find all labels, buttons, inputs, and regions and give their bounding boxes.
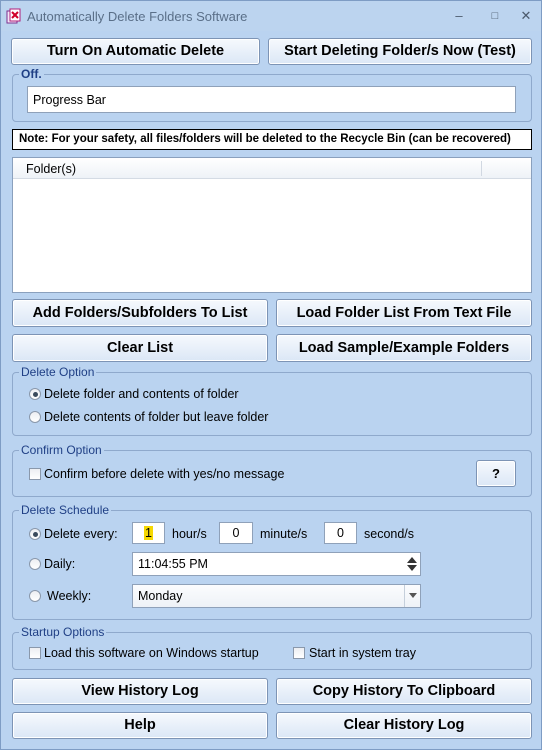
weekly-dropdown-button[interactable] (404, 585, 420, 607)
turn-on-auto-delete-button[interactable]: Turn On Automatic Delete (11, 38, 260, 65)
progress-bar: Progress Bar (27, 86, 516, 113)
minutes-unit-label: minute/s (260, 527, 308, 541)
hours-input[interactable]: 1 (132, 522, 165, 544)
weekly-day-select[interactable]: Monday (132, 584, 421, 608)
hours-unit-label: hour/s (172, 527, 207, 541)
clear-history-button[interactable]: Clear History Log (276, 712, 532, 739)
load-startup-checkbox[interactable] (29, 647, 41, 659)
daily-label[interactable]: Daily: (44, 557, 75, 571)
status-legend: Off. (19, 67, 44, 81)
help-button[interactable]: Help (12, 712, 268, 739)
weekly-label[interactable]: Weekly: (47, 589, 91, 603)
maximize-button[interactable]: □ (484, 7, 506, 25)
system-tray-label[interactable]: Start in system tray (309, 646, 416, 660)
arrow-down-icon[interactable] (407, 565, 417, 572)
minutes-input[interactable]: 0 (219, 522, 253, 544)
delete-option-legend: Delete Option (19, 365, 97, 379)
system-tray-checkbox[interactable] (293, 647, 305, 659)
folder-list-header: Folder(s) (13, 158, 531, 179)
view-history-button[interactable]: View History Log (12, 678, 268, 705)
column-divider (481, 161, 482, 176)
hours-value: 1 (144, 526, 153, 540)
close-button[interactable]: ✕ (515, 7, 537, 25)
load-folder-list-button[interactable]: Load Folder List From Text File (276, 299, 532, 327)
clear-list-button[interactable]: Clear List (12, 334, 268, 362)
delete-contents-label[interactable]: Delete contents of folder but leave fold… (44, 410, 268, 424)
chevron-down-icon (409, 593, 417, 598)
seconds-input[interactable]: 0 (324, 522, 357, 544)
load-startup-label[interactable]: Load this software on Windows startup (44, 646, 259, 660)
folder-list[interactable]: Folder(s) (12, 157, 532, 293)
seconds-unit-label: second/s (364, 527, 415, 541)
confirm-help-button[interactable]: ? (476, 460, 516, 487)
delete-folder-radio[interactable] (29, 388, 41, 400)
safety-note: Note: For your safety, all files/folders… (12, 129, 532, 150)
start-deleting-now-button[interactable]: Start Deleting Folder/s Now (Test) (268, 38, 532, 65)
minimize-button[interactable]: – (448, 7, 470, 25)
confirm-label[interactable]: Confirm before delete with yes/no messag… (44, 467, 284, 481)
daily-radio[interactable] (29, 558, 41, 570)
weekly-radio[interactable] (29, 590, 41, 602)
delete-every-radio[interactable] (29, 528, 41, 540)
delete-option-group: Delete Option (12, 365, 532, 436)
title-bar[interactable]: Automatically Delete Folders Software – … (1, 1, 541, 31)
add-folders-button[interactable]: Add Folders/Subfolders To List (12, 299, 268, 327)
folder-column-header[interactable]: Folder(s) (26, 162, 76, 176)
app-window: Automatically Delete Folders Software – … (0, 0, 542, 750)
confirm-checkbox[interactable] (29, 468, 41, 480)
window-title: Automatically Delete Folders Software (27, 9, 248, 24)
arrow-up-icon[interactable] (407, 556, 417, 563)
delete-every-label[interactable]: Delete every: (44, 527, 118, 541)
delete-folder-label[interactable]: Delete folder and contents of folder (44, 387, 239, 401)
copy-history-button[interactable]: Copy History To Clipboard (276, 678, 532, 705)
load-sample-folders-button[interactable]: Load Sample/Example Folders (276, 334, 532, 362)
daily-time-value: 11:04:55 PM (138, 557, 208, 571)
startup-options-legend: Startup Options (19, 625, 107, 639)
daily-time-picker[interactable]: 11:04:55 PM (132, 552, 421, 576)
app-icon (6, 8, 21, 24)
delete-schedule-legend: Delete Schedule (19, 503, 112, 517)
confirm-option-legend: Confirm Option (19, 443, 104, 457)
weekly-day-value: Monday (138, 589, 183, 603)
delete-contents-radio[interactable] (29, 411, 41, 423)
